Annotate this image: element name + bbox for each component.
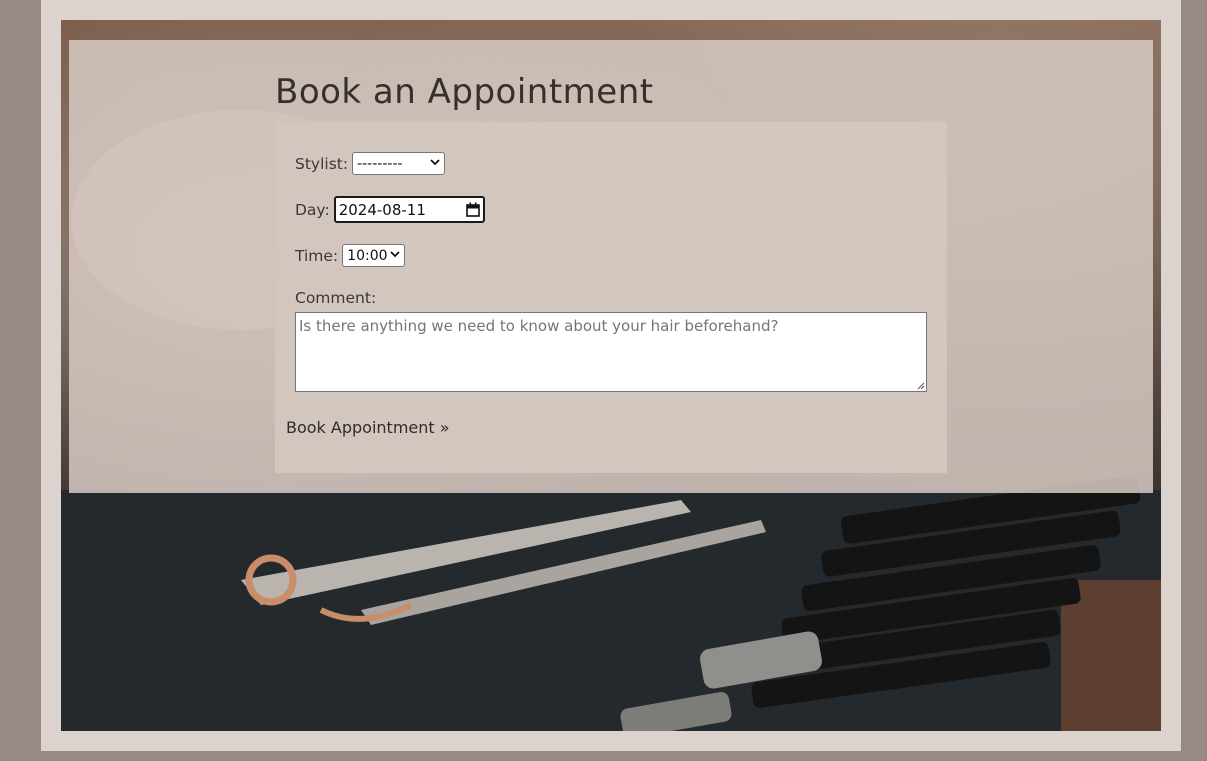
stylist-select-value: --------- bbox=[357, 155, 403, 172]
comment-textarea[interactable]: Is there anything we need to know about … bbox=[295, 312, 927, 392]
resize-grip-icon[interactable] bbox=[915, 380, 925, 390]
time-label: Time: bbox=[295, 246, 339, 265]
book-appointment-button[interactable]: Book Appointment » bbox=[286, 418, 450, 437]
day-date-input[interactable]: 2024-08-11 bbox=[333, 196, 485, 223]
day-date-value: 2024-08-11 bbox=[338, 200, 426, 219]
time-select-value: 10:00 bbox=[347, 247, 388, 264]
stylist-row: Stylist: --------- bbox=[295, 152, 446, 175]
stylist-label: Stylist: bbox=[295, 154, 349, 173]
page-title: Book an Appointment bbox=[275, 72, 654, 112]
chevron-down-icon bbox=[390, 251, 400, 258]
comment-label-row: Comment: bbox=[295, 289, 376, 307]
stylist-select[interactable]: --------- bbox=[352, 152, 446, 175]
booking-form: Stylist: --------- Day: 2024-08-11 Time:… bbox=[275, 122, 947, 473]
calendar-icon[interactable] bbox=[465, 202, 480, 217]
time-row: Time: 10:00 bbox=[295, 244, 406, 267]
chevron-down-icon bbox=[430, 159, 440, 166]
day-row: Day: 2024-08-11 bbox=[295, 196, 485, 223]
comment-placeholder: Is there anything we need to know about … bbox=[299, 317, 779, 335]
time-select[interactable]: 10:00 bbox=[342, 244, 406, 267]
comment-label: Comment: bbox=[295, 289, 377, 307]
day-label: Day: bbox=[295, 200, 330, 219]
